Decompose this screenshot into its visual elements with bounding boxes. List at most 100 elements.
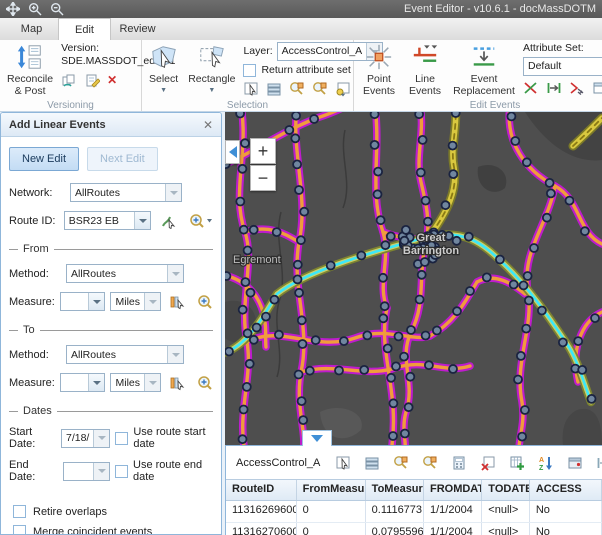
tab-review[interactable]: Review	[111, 18, 164, 40]
from-zoom-icon[interactable]	[197, 294, 213, 310]
to-units-combobox[interactable]: Miles	[110, 373, 161, 392]
rectangle-button[interactable]: Rectangle ▼	[186, 42, 237, 99]
offset-records-icon[interactable]	[596, 455, 602, 471]
col-header-frommeasure[interactable]: FromMeasure	[297, 480, 366, 500]
to-measure-combobox[interactable]	[60, 373, 106, 392]
table-row[interactable]: 11316269600 0 0.1116773 1/1/2004 <null> …	[226, 501, 602, 523]
from-method-dropdown-arrow[interactable]	[167, 265, 183, 282]
route-id-combobox[interactable]: BSR23 EB	[64, 211, 151, 230]
col-header-fromdate[interactable]: FROMDATE	[424, 480, 482, 500]
next-edit-button[interactable]: Next Edit	[87, 147, 158, 171]
to-measure-label: Measure:	[9, 377, 55, 389]
zoom-out-icon[interactable]	[50, 2, 64, 16]
table-select-icon[interactable]	[335, 455, 351, 471]
cell-access: No	[530, 501, 602, 522]
panel-title: Add Linear Events	[9, 119, 106, 131]
col-header-routeid[interactable]: RouteID	[226, 480, 297, 500]
pan-to-record-icon[interactable]	[422, 455, 438, 471]
clear-selection-icon[interactable]	[480, 455, 496, 471]
col-header-access[interactable]: ACCESS	[530, 480, 602, 500]
sort-records-icon[interactable]: A Z	[538, 455, 554, 471]
col-header-todate[interactable]: TODATE	[482, 480, 530, 500]
from-measure-on-map-icon[interactable]	[169, 294, 185, 310]
from-measure-combobox[interactable]	[60, 292, 106, 311]
add-record-icon[interactable]	[509, 455, 525, 471]
delete-version-icon[interactable]: ✕	[107, 73, 117, 87]
network-dropdown-arrow[interactable]	[165, 184, 181, 201]
rectangle-tool-icon	[198, 43, 226, 71]
line-events-button[interactable]: Line Events	[405, 42, 445, 99]
from-measure-dropdown-arrow[interactable]	[88, 293, 104, 310]
route-zoom-icon[interactable]	[189, 213, 213, 229]
end-date-combobox[interactable]	[63, 462, 110, 481]
to-zoom-icon[interactable]	[197, 375, 213, 391]
zoom-to-selected-icon[interactable]	[289, 81, 305, 97]
label-egremont: Egremont	[233, 254, 281, 266]
table-list-icon[interactable]	[364, 455, 380, 471]
map-view[interactable]: Egremont Great Barrington + −	[225, 112, 602, 445]
collapse-panel-button[interactable]	[225, 140, 240, 164]
event-replacement-button[interactable]: Event Replacement	[451, 42, 517, 99]
from-method-combobox[interactable]: AllRoutes	[66, 264, 184, 283]
select-button[interactable]: Select ▼	[147, 42, 180, 99]
field-calculator-icon[interactable]	[451, 455, 467, 471]
tab-edit[interactable]: Edit	[58, 18, 111, 40]
retire-overlaps-checkbox[interactable]	[13, 505, 26, 518]
route-id-dropdown-arrow[interactable]	[134, 212, 150, 229]
report-icon[interactable]	[567, 455, 583, 471]
map-zoom-in-button[interactable]: +	[250, 138, 276, 164]
map-canvas[interactable]: Egremont Great Barrington	[225, 112, 602, 445]
table-row[interactable]: 11316270600 0 0.0795596 1/1/2004 <null> …	[226, 523, 602, 535]
selection-list-icon[interactable]	[266, 81, 282, 97]
retire-overlaps-label: Retire overlaps	[33, 506, 107, 518]
return-attribute-set-checkbox[interactable]	[243, 64, 256, 77]
reconcile-post-button[interactable]: Reconcile & Post	[5, 42, 55, 99]
selectable-layers-icon[interactable]	[335, 81, 351, 97]
col-header-tomeasure[interactable]: ToMeasure	[366, 480, 424, 500]
cell-todate: <null>	[482, 501, 530, 522]
attribute-set-combobox[interactable]: Default	[523, 57, 602, 76]
network-combobox[interactable]: AllRoutes	[70, 183, 182, 202]
map-zoom-out-button[interactable]: −	[250, 165, 276, 191]
start-date-combobox[interactable]: 7/18/	[61, 429, 110, 448]
event-attributes-icon[interactable]	[592, 80, 602, 96]
svg-text:Z: Z	[539, 465, 544, 471]
zoom-to-record-icon[interactable]	[393, 455, 409, 471]
select-dropdown-arrow[interactable]: ▼	[160, 85, 167, 97]
ribbon: Reconcile & Post Version: SDE.MASSDOT_ed…	[0, 40, 602, 112]
to-method-combobox[interactable]: AllRoutes	[66, 345, 184, 364]
from-units-combobox[interactable]: Miles	[110, 292, 161, 311]
new-version-icon[interactable]	[84, 72, 100, 88]
dates-section-legend: Dates	[9, 405, 213, 417]
use-route-end-date-checkbox[interactable]	[115, 465, 128, 478]
close-icon[interactable]: ✕	[203, 118, 213, 132]
pan-icon[interactable]	[6, 2, 20, 16]
zoom-in-icon[interactable]	[28, 2, 42, 16]
end-date-dropdown-arrow[interactable]	[93, 463, 109, 480]
to-units-dropdown-arrow[interactable]	[144, 374, 160, 391]
pan-to-selected-icon[interactable]	[312, 81, 328, 97]
split-event-icon[interactable]	[523, 80, 539, 96]
to-measure-on-map-icon[interactable]	[169, 375, 185, 391]
attribute-set-label: Attribute Set:	[523, 42, 602, 55]
start-date-dropdown-arrow[interactable]	[93, 430, 109, 447]
ribbon-tabs: Map Edit Review	[0, 18, 602, 40]
to-method-dropdown-arrow[interactable]	[167, 346, 183, 363]
refresh-version-icon[interactable]	[61, 72, 77, 88]
merge-coincident-events-checkbox[interactable]	[13, 525, 26, 535]
select-features-icon[interactable]	[243, 81, 259, 97]
event-replacement-label: Event Replacement	[453, 73, 515, 97]
select-route-on-map-icon[interactable]	[160, 213, 176, 229]
from-units-dropdown-arrow[interactable]	[144, 293, 160, 310]
tab-map[interactable]: Map	[5, 18, 58, 40]
cell-frommeasure: 0	[297, 501, 366, 522]
point-events-button[interactable]: Point Events	[359, 42, 399, 99]
to-measure-dropdown-arrow[interactable]	[88, 374, 104, 391]
use-route-start-date-checkbox[interactable]	[115, 432, 128, 445]
new-edit-button[interactable]: New Edit	[9, 147, 79, 171]
collapse-table-button[interactable]	[302, 430, 332, 446]
map-terrain	[225, 112, 602, 445]
merge-events-icon[interactable]	[569, 80, 585, 96]
offset-event-icon[interactable]	[546, 80, 562, 96]
rectangle-dropdown-arrow[interactable]: ▼	[208, 85, 215, 97]
